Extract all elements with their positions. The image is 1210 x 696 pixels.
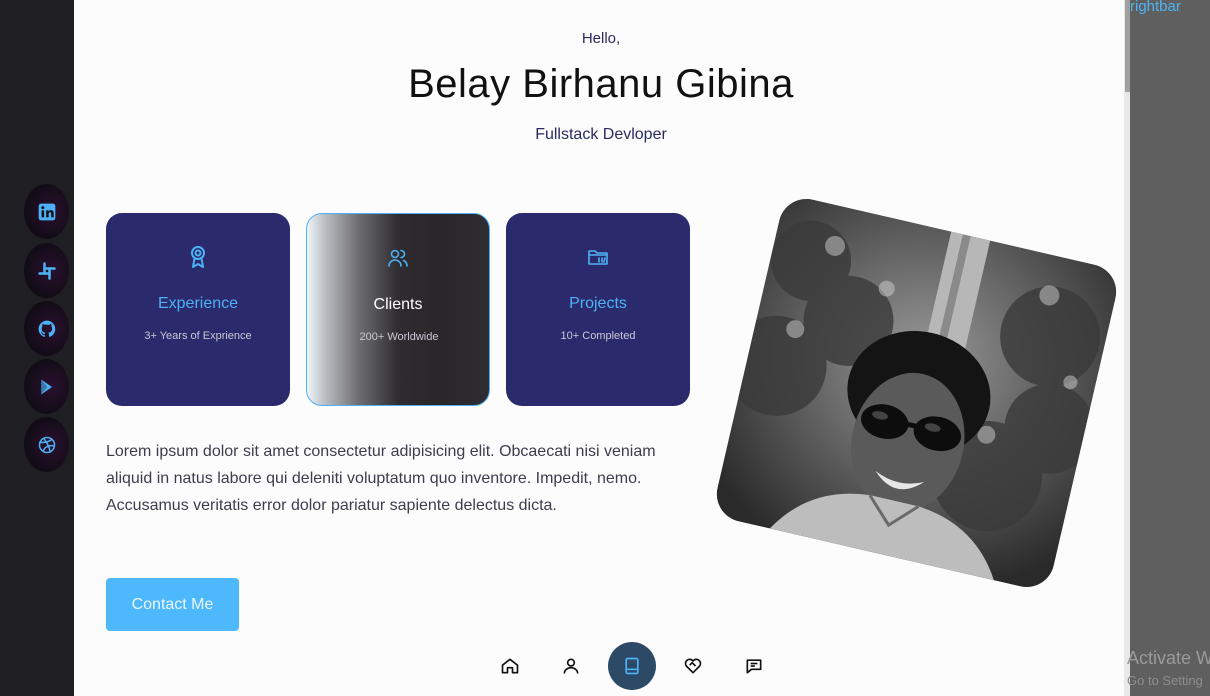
- experience-card[interactable]: Experience 3+ Years of Exprience: [106, 213, 290, 406]
- nav-about[interactable]: [547, 642, 595, 690]
- users-icon: [388, 249, 408, 267]
- activate-windows-subtitle: Go to Setting: [1127, 673, 1203, 688]
- scrollbar-track[interactable]: [1124, 0, 1130, 696]
- card-title: Clients: [373, 296, 423, 313]
- slack-link[interactable]: [24, 243, 69, 298]
- home-icon: [501, 658, 519, 674]
- social-sidebar: [0, 0, 74, 696]
- award-icon: [191, 246, 205, 268]
- user-icon: [563, 658, 579, 674]
- card-subtitle: 10+ Completed: [560, 330, 636, 342]
- nav-contact[interactable]: [730, 642, 778, 690]
- portrait-image: [711, 193, 1122, 593]
- dribbble-icon: [38, 436, 55, 453]
- right-panel: [1128, 0, 1210, 696]
- profile-photo-frame: [711, 193, 1122, 593]
- google-play-link[interactable]: [24, 359, 69, 414]
- clients-card[interactable]: Clients 200+ Worldwide: [306, 213, 490, 406]
- message-icon: [746, 659, 762, 674]
- bottom-navigation: [74, 642, 1128, 690]
- folder-icon: [588, 250, 608, 265]
- github-icon: [38, 320, 55, 337]
- about-paragraph: Lorem ipsum dolor sit amet consectetur a…: [106, 443, 656, 514]
- greeting: Hello,: [581, 30, 621, 47]
- projects-card[interactable]: Projects 10+ Completed: [506, 213, 690, 406]
- contact-me-button[interactable]: Contact Me: [106, 578, 239, 631]
- card-title: Experience: [157, 295, 239, 312]
- rightbar-link[interactable]: rightbar: [1130, 0, 1181, 15]
- heart-handshake-icon: [684, 658, 702, 674]
- main-content: Hello, Belay Birhanu Gibina Fullstack De…: [74, 0, 1128, 696]
- card-subtitle: 3+ Years of Exprience: [144, 330, 252, 342]
- linkedin-link[interactable]: [24, 184, 69, 239]
- nav-home[interactable]: [486, 642, 534, 690]
- play-store-icon: [40, 379, 52, 394]
- card-title: Projects: [569, 295, 627, 312]
- github-link[interactable]: [24, 301, 69, 356]
- linkedin-icon: [38, 203, 55, 220]
- nav-experience[interactable]: [608, 642, 656, 690]
- nav-services[interactable]: [669, 642, 717, 690]
- book-icon: [625, 657, 639, 675]
- activate-windows-title: Activate W: [1127, 648, 1210, 668]
- dribbble-link[interactable]: [24, 417, 69, 472]
- job-title: Fullstack Devloper: [535, 126, 667, 143]
- page-title: Belay Birhanu Gibina: [408, 62, 794, 106]
- profile-photo: [711, 193, 1122, 593]
- card-subtitle: 200+ Worldwide: [359, 331, 439, 343]
- slack-icon: [37, 261, 56, 280]
